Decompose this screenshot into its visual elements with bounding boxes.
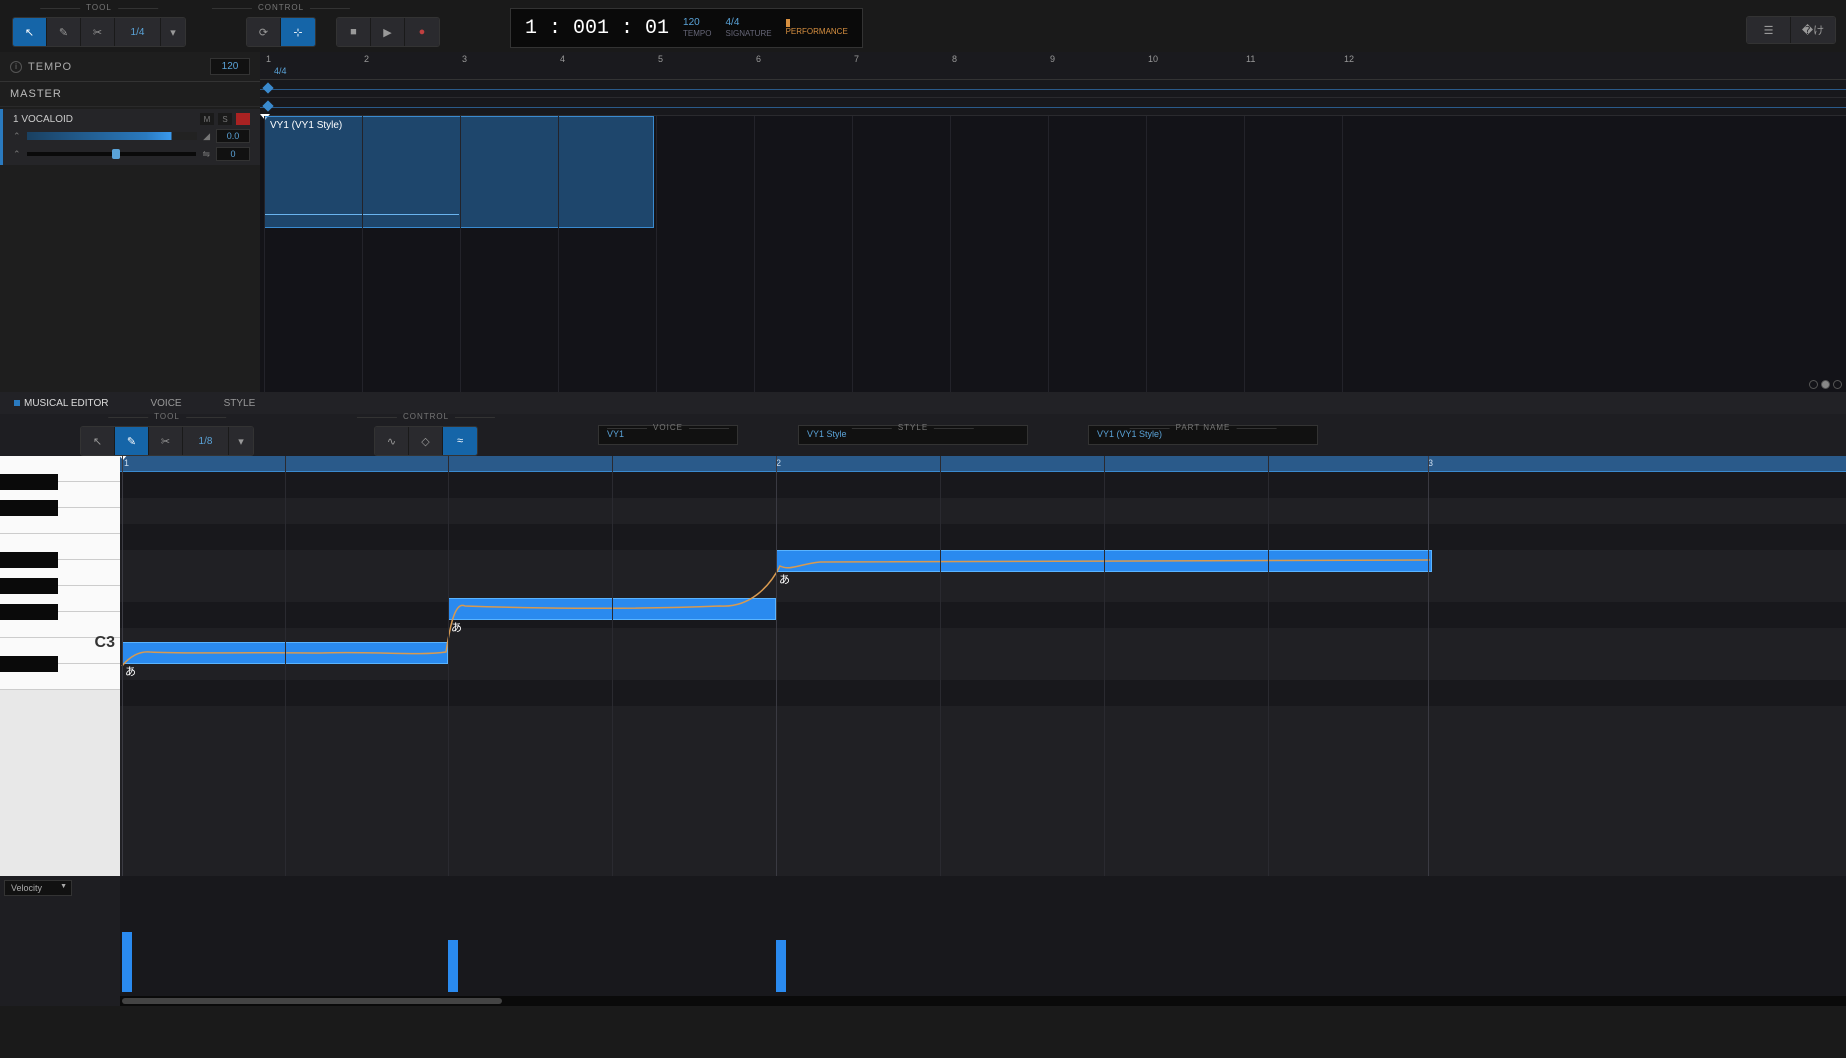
bar-number: 9 xyxy=(1050,54,1055,64)
velocity-bar[interactable] xyxy=(776,940,786,992)
clip[interactable]: VY1 (VY1 Style) xyxy=(264,116,654,228)
bar-number: 11 xyxy=(1246,54,1255,64)
play-button[interactable]: ▶ xyxy=(371,18,405,46)
quantize-value[interactable]: 1/4 xyxy=(115,18,161,46)
bar-number: 2 xyxy=(364,54,369,64)
record-button[interactable]: ● xyxy=(405,18,439,46)
loop-button[interactable]: ⟳ xyxy=(247,18,281,46)
quantize-dropdown[interactable]: ▾ xyxy=(161,18,185,46)
tab-musical-editor[interactable]: MUSICAL EDITOR xyxy=(8,398,114,409)
editor-quantize[interactable]: 1/8 xyxy=(183,427,229,455)
performance-indicator xyxy=(786,19,790,27)
editor-quantize-dropdown[interactable]: ▾ xyxy=(229,427,253,455)
transport-display: 1 : 001 : 01 120 TEMPO 4/4 SIGNATURE PER… xyxy=(510,8,863,48)
solo-button[interactable]: S xyxy=(218,113,232,125)
dynamics-tool[interactable]: ◇ xyxy=(409,427,443,455)
tempo-panel-bpm[interactable]: 120 xyxy=(210,58,250,75)
tempo-sublabel: TEMPO xyxy=(683,29,711,39)
editor-control-label: CONTROL xyxy=(403,412,449,421)
volume-value[interactable]: 0.0 xyxy=(216,129,250,143)
pan-slider[interactable] xyxy=(27,152,197,156)
bar-number: 6 xyxy=(756,54,761,64)
tempo-value: 120 xyxy=(683,16,711,29)
control-label: CONTROL xyxy=(258,3,304,12)
expand-vol-icon[interactable]: ⌃ xyxy=(13,131,21,142)
time-signature-marker: 4/4 xyxy=(274,66,287,76)
performance-sublabel: PERFORMANCE xyxy=(786,27,848,37)
master-label: MASTER xyxy=(0,82,260,107)
mute-button[interactable]: M xyxy=(200,113,214,125)
stop-button[interactable]: ■ xyxy=(337,18,371,46)
list-view-button[interactable]: ☰ xyxy=(1747,17,1791,43)
pencil-tool[interactable]: ✎ xyxy=(47,18,81,46)
pan-value[interactable]: 0 xyxy=(216,147,250,161)
signature-sublabel: SIGNATURE xyxy=(725,29,771,39)
track-name: 1 VOCALOID xyxy=(13,114,73,125)
transport-position: 1 : 001 : 01 xyxy=(525,17,669,40)
pitch-tool[interactable]: ∿ xyxy=(375,427,409,455)
clip-label: VY1 (VY1 Style) xyxy=(265,117,653,134)
zoom-out-icon[interactable] xyxy=(1809,380,1818,389)
tab-voice[interactable]: VOICE xyxy=(144,398,187,409)
tempo-panel-label: TEMPO xyxy=(28,61,210,73)
volume-icon: ◢ xyxy=(203,131,210,142)
bar-number: 4 xyxy=(560,54,565,64)
bar-number: 10 xyxy=(1148,54,1158,64)
mixer-button[interactable]: �け xyxy=(1791,17,1835,43)
editor-scissor-tool[interactable]: ✂ xyxy=(149,427,183,455)
arrangement-timeline[interactable]: 4/4 123456789101112 VY1 (VY1 Style) xyxy=(260,52,1846,392)
pitch-curve xyxy=(120,456,1440,696)
style-label: STYLE xyxy=(898,423,928,432)
velocity-selector[interactable]: Velocity xyxy=(4,880,72,896)
arm-record-button[interactable] xyxy=(236,113,250,125)
scissor-tool[interactable]: ✂ xyxy=(81,18,115,46)
zoom-in-icon[interactable] xyxy=(1833,380,1842,389)
editor-tool-label: TOOL xyxy=(154,412,180,421)
velocity-lane[interactable] xyxy=(120,876,1846,1006)
bar-number: 8 xyxy=(952,54,957,64)
signature-lane[interactable] xyxy=(260,98,1846,116)
voice-label: VOICE xyxy=(653,423,683,432)
pointer-tool[interactable]: ↖ xyxy=(13,18,47,46)
zoom-slider[interactable] xyxy=(1821,380,1830,389)
bar-number: 3 xyxy=(462,54,467,64)
snap-button[interactable]: ⊹ xyxy=(281,18,315,46)
volume-meter xyxy=(27,132,198,140)
bar-number: 12 xyxy=(1344,54,1354,64)
editor-pencil-tool[interactable]: ✎ xyxy=(115,427,149,455)
c3-label: C3 xyxy=(95,634,115,652)
editor-pointer-tool[interactable]: ↖ xyxy=(81,427,115,455)
tempo-lane[interactable] xyxy=(260,80,1846,98)
bar-number: 7 xyxy=(854,54,859,64)
horizontal-scrollbar[interactable] xyxy=(120,996,1846,1006)
tool-label: TOOL xyxy=(86,3,112,12)
track-row[interactable]: 1 VOCALOID M S ⌃ ◢ 0.0 ⌃ ⇋ 0 xyxy=(0,109,260,165)
bar-number: 5 xyxy=(658,54,663,64)
pan-icon: ⇋ xyxy=(202,149,210,160)
piano-keyboard[interactable]: C3 xyxy=(0,456,120,876)
bar-number: 1 xyxy=(266,54,271,64)
info-icon: i xyxy=(10,61,22,73)
velocity-bar[interactable] xyxy=(122,932,132,992)
tab-style[interactable]: STYLE xyxy=(218,398,262,409)
expand-pan-icon[interactable]: ⌃ xyxy=(13,149,21,160)
velocity-bar[interactable] xyxy=(448,940,458,992)
wave-tool[interactable]: ≈ xyxy=(443,427,477,455)
signature-value: 4/4 xyxy=(725,16,771,29)
partname-label: PART NAME xyxy=(1176,423,1231,432)
piano-roll-area[interactable]: 1 2 3 あ あ あ xyxy=(120,456,1846,876)
